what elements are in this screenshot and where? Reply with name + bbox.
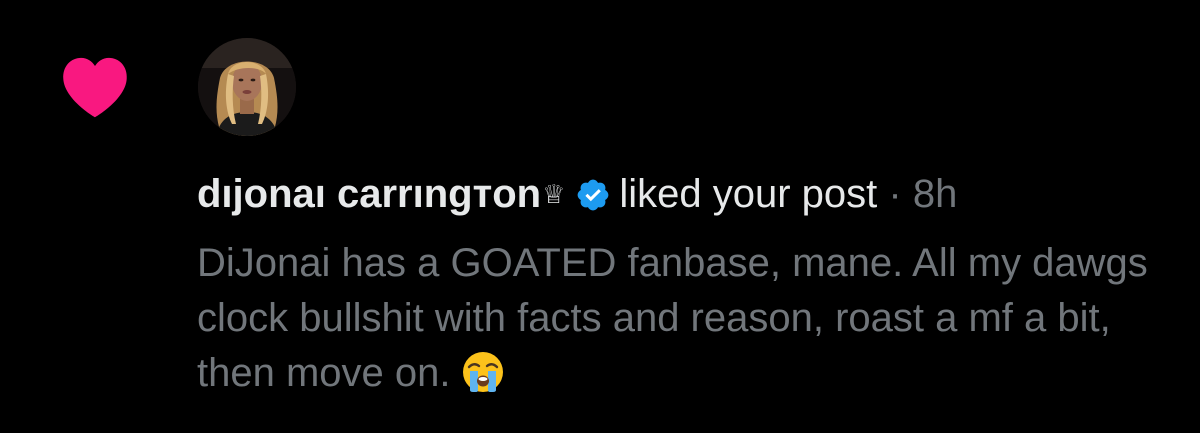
post-preview[interactable]: DiJonai has a GOATED fanbase, mane. All … [197, 236, 1187, 401]
timestamp[interactable]: 8h [913, 172, 958, 216]
avatar[interactable] [198, 38, 296, 136]
like-notification[interactable]: dıjonaı carrıngтon♕ liked your post · 8h … [0, 0, 1200, 433]
loudly-crying-face-icon [462, 352, 503, 392]
heart-icon [63, 57, 127, 118]
author-name[interactable]: dıjonaı carrıngтon [197, 172, 541, 216]
post-text: DiJonai has a GOATED fanbase, mane. All … [197, 241, 1148, 395]
profile-photo [198, 38, 296, 136]
separator-dot: · [888, 172, 902, 216]
notification-headline: dıjonaı carrıngтon♕ liked your post · 8h [197, 166, 1177, 222]
crown-badge: ♕ [542, 179, 566, 209]
verified-badge-icon[interactable] [575, 177, 611, 213]
action-text: liked your post [619, 172, 878, 216]
